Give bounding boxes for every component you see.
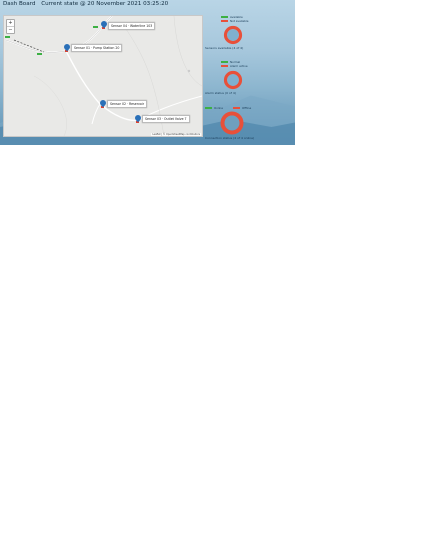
- map-marker-icon[interactable]: [99, 19, 108, 30]
- legend-swatch: [205, 107, 212, 109]
- map-marker-icon[interactable]: [98, 98, 107, 109]
- legend-label: Not available: [230, 19, 249, 23]
- legend-swatch: [233, 107, 240, 109]
- gauge-panel-2: Normal Alarm active Alarm status (0 of 4…: [205, 60, 265, 104]
- gauge-panel-1: Available Not available Sensors availabl…: [205, 15, 265, 59]
- gauge-caption: Sensors available (4 of 4): [205, 46, 244, 50]
- dashboard-title: Dash Board: [3, 1, 36, 7]
- map-marker-popup[interactable]: Sensor 03 · Outlet Valve 7: [142, 115, 190, 123]
- donut-chart-3: [220, 111, 244, 135]
- gauge-caption: Alarm status (0 of 4): [205, 91, 236, 95]
- legend-item: Alarm active: [221, 64, 248, 68]
- map-marker-popup[interactable]: Sensor 02 · Reservoir: [107, 100, 148, 108]
- map-attribution[interactable]: Leaflet | © OpenStreetMap contributors: [151, 133, 201, 136]
- zoom-in-button[interactable]: +: [7, 20, 14, 27]
- legend-label: Alarm active: [230, 64, 248, 68]
- legend-item: Normal: [221, 60, 240, 64]
- legend-item: Offline: [233, 106, 251, 110]
- road-marker: [93, 26, 98, 28]
- map-marker-icon[interactable]: [62, 42, 71, 53]
- legend-swatch: [221, 20, 228, 22]
- map-marker-popup[interactable]: Sensor 01 · Pump Station 20: [71, 44, 123, 52]
- legend-swatch: [221, 16, 228, 18]
- zoom-out-button[interactable]: −: [7, 27, 14, 33]
- legend-item: Online: [205, 106, 223, 110]
- donut-chart-1: [223, 25, 243, 45]
- road-marker: [37, 53, 42, 55]
- road-marker: [5, 36, 10, 38]
- map-marker-icon[interactable]: [133, 113, 142, 124]
- map-marker-popup[interactable]: Sensor 04 · Waterline 103: [108, 22, 156, 30]
- dashboard-subtitle: Current state @ 20 November 2021 03:25:2…: [41, 1, 169, 7]
- gauge-panel-3: Online Offline Connection status (4 of 4…: [205, 104, 265, 145]
- dashboard-background: Dash Board Current state @ 20 November 2…: [0, 0, 295, 145]
- donut-chart-2: [223, 70, 243, 90]
- legend-item: Not available: [221, 19, 249, 23]
- map-view[interactable]: + − Sensor 04 · Waterline 103 Sensor 01 …: [3, 15, 203, 137]
- legend-swatch: [221, 61, 228, 63]
- page-title: Dash Board Current state @ 20 November 2…: [3, 1, 172, 7]
- legend-swatch: [221, 65, 228, 67]
- legend-item: Available: [221, 15, 243, 19]
- zoom-control: + −: [6, 19, 15, 34]
- gauge-caption: Connection status (4 of 4 online): [205, 136, 255, 140]
